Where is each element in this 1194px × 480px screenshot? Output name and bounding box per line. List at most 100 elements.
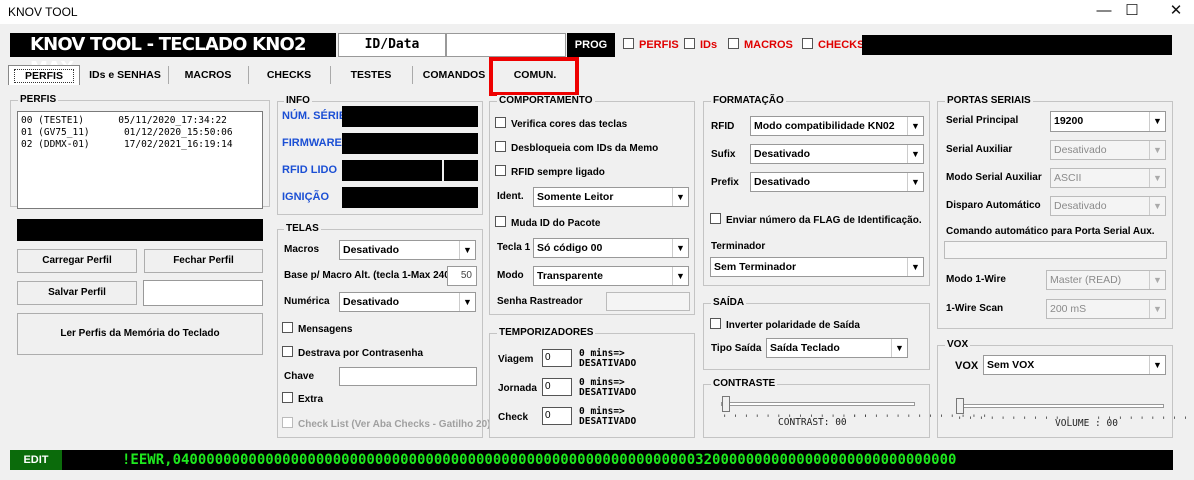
id-data-label: ID/Data <box>338 33 446 57</box>
tab-comandos[interactable]: COMANDOS <box>414 65 494 85</box>
tab-perfis[interactable]: PERFIS <box>8 65 80 85</box>
chevron-down-icon[interactable]: ▼ <box>459 293 475 311</box>
check-checks[interactable]: CHECKS <box>802 38 864 51</box>
profile-list[interactable]: 00 (TESTE1) 05/11/2020_17:34:22 01 (GV75… <box>17 111 263 209</box>
maximize-icon[interactable]: ☐ <box>1109 0 1155 24</box>
rfid-format-select[interactable]: Modo compatibilidade KN02 ▼ <box>750 116 924 136</box>
onewire-mode-select[interactable]: Master (READ) ▼ <box>1046 270 1166 290</box>
profile-name-input[interactable] <box>143 280 263 306</box>
close-icon[interactable]: ✕ <box>1153 0 1194 24</box>
read-profiles-button[interactable]: Ler Perfis da Memória do Teclado <box>17 313 263 355</box>
tecla-select[interactable]: Só código 00 ▼ <box>533 238 689 258</box>
rfid-sempre-checkbox[interactable]: RFID sempre ligado <box>495 165 605 178</box>
base-macro-label: Base p/ Macro Alt. (tecla 1-Max 240) <box>284 270 454 281</box>
macros-select[interactable]: Desativado ▼ <box>339 240 476 260</box>
chevron-down-icon[interactable]: ▼ <box>1149 356 1165 374</box>
volume-slider-thumb[interactable] <box>956 398 964 414</box>
muda-id-checkbox[interactable]: Muda ID do Pacote <box>495 216 600 229</box>
inverter-checkbox[interactable]: Inverter polaridade de Saída <box>710 318 860 331</box>
chevron-down-icon[interactable]: ▼ <box>1149 141 1165 159</box>
check-input[interactable]: 0 <box>542 407 572 425</box>
tecla-label: Tecla 1 <box>497 242 531 253</box>
chevron-down-icon[interactable]: ▼ <box>672 188 688 206</box>
vox-select[interactable]: Sem VOX ▼ <box>983 355 1166 375</box>
chevron-down-icon[interactable]: ▼ <box>672 239 688 257</box>
chevron-down-icon[interactable]: ▼ <box>672 267 688 285</box>
serial-auxiliar-label: Serial Auxiliar <box>946 144 1013 155</box>
numerica-select[interactable]: Desativado ▼ <box>339 292 476 312</box>
comando-auto-label: Comando automático para Porta Serial Aux… <box>946 226 1155 237</box>
contrast-slider-track[interactable] <box>721 402 915 406</box>
disparo-label: Disparo Automático <box>946 200 1041 211</box>
modo-label: Modo <box>497 270 524 281</box>
chevron-down-icon[interactable]: ▼ <box>1149 197 1165 215</box>
modo-select[interactable]: Transparente ▼ <box>533 266 689 286</box>
onewire-scan-select[interactable]: 200 mS ▼ <box>1046 299 1166 319</box>
serial-auxiliar-select[interactable]: Desativado ▼ <box>1050 140 1166 160</box>
serial-number-label: NÚM. SÉRIE <box>282 110 347 122</box>
rfid-read-label: RFID LIDO <box>282 164 337 176</box>
check-perfis[interactable]: PERFIS <box>623 38 679 51</box>
chevron-down-icon[interactable]: ▼ <box>1149 169 1165 187</box>
vox-label: VOX <box>955 360 979 372</box>
terminador-select[interactable]: Sem Terminador ▼ <box>710 257 924 277</box>
profile-name-display <box>17 219 263 241</box>
chevron-down-icon[interactable]: ▼ <box>1149 112 1165 131</box>
verifica-checkbox[interactable]: Verifica cores das teclas <box>495 117 627 130</box>
tab-ids-senhas[interactable]: IDs e SENHAS <box>82 65 168 85</box>
check-ids[interactable]: IDs <box>684 38 717 51</box>
firmware-value <box>342 133 478 154</box>
chevron-down-icon[interactable]: ▼ <box>907 117 923 135</box>
jornada-input[interactable]: 0 <box>542 378 572 396</box>
base-macro-input[interactable]: 50 <box>447 266 477 286</box>
prefix-select[interactable]: Desativado ▼ <box>750 172 924 192</box>
sufix-label: Sufix <box>711 149 736 160</box>
enviar-flag-checkbox[interactable]: Enviar número da FLAG de Identificação. <box>710 213 922 226</box>
tab-testes[interactable]: TESTES <box>332 65 410 85</box>
save-profile-button[interactable]: Salvar Perfil <box>17 281 137 305</box>
tipo-saida-select[interactable]: Saída Teclado ▼ <box>766 338 908 358</box>
chevron-down-icon[interactable]: ▼ <box>1149 300 1165 318</box>
comando-auto-input[interactable] <box>944 241 1167 259</box>
contrast-readout: CONTRAST: 00 <box>778 417 847 428</box>
modo-serial-select[interactable]: ASCII ▼ <box>1050 168 1166 188</box>
prog-button[interactable]: PROG <box>567 33 615 57</box>
tab-checks[interactable]: CHECKS <box>250 65 328 85</box>
volume-readout: VOLUME : 00 <box>1055 418 1118 429</box>
sufix-select[interactable]: Desativado ▼ <box>750 144 924 164</box>
chevron-down-icon[interactable]: ▼ <box>459 241 475 259</box>
contrast-slider-thumb[interactable] <box>722 396 730 412</box>
mensagens-checkbox[interactable]: Mensagens <box>282 322 352 335</box>
chave-input[interactable] <box>339 367 477 386</box>
rfid-format-label: RFID <box>711 121 735 132</box>
telas-title: TELAS <box>284 223 321 234</box>
saida-title: SAÍDA <box>711 297 747 308</box>
destrava-checkbox[interactable]: Destrava por Contrasenha <box>282 346 423 359</box>
senha-input[interactable] <box>606 292 690 311</box>
check-macros[interactable]: MACROS <box>728 38 793 51</box>
tab-macros[interactable]: MACROS <box>170 65 246 85</box>
desbloqueia-checkbox[interactable]: Desbloqueia com IDs da Memo <box>495 141 658 154</box>
chevron-down-icon[interactable]: ▼ <box>907 145 923 163</box>
formatacao-title: FORMATAÇÃO <box>711 95 786 106</box>
serial-principal-select[interactable]: 19200 ▼ <box>1050 111 1166 132</box>
volume-slider-track[interactable] <box>956 404 1164 408</box>
load-profile-button[interactable]: Carregar Perfil <box>17 249 137 273</box>
close-profile-button[interactable]: Fechar Perfil <box>144 249 263 273</box>
edit-mode-badge: EDIT <box>10 450 62 470</box>
prefix-label: Prefix <box>711 177 739 188</box>
chevron-down-icon[interactable]: ▼ <box>891 339 907 357</box>
viagem-label: Viagem <box>498 354 534 365</box>
id-data-field <box>446 33 566 57</box>
comportamento-title: COMPORTAMENTO <box>497 95 595 106</box>
chevron-down-icon[interactable]: ▼ <box>907 173 923 191</box>
extra-checkbox[interactable]: Extra <box>282 392 323 405</box>
chevron-down-icon[interactable]: ▼ <box>1149 271 1165 289</box>
disparo-select[interactable]: Desativado ▼ <box>1050 196 1166 216</box>
ident-select[interactable]: Somente Leitor ▼ <box>533 187 689 207</box>
chevron-down-icon[interactable]: ▼ <box>907 258 923 276</box>
highlight-box <box>489 57 579 96</box>
terminador-label: Terminador <box>711 241 766 252</box>
checklist-checkbox[interactable]: Check List (Ver Aba Checks - Gatilho 20) <box>282 417 490 430</box>
viagem-input[interactable]: 0 <box>542 349 572 367</box>
